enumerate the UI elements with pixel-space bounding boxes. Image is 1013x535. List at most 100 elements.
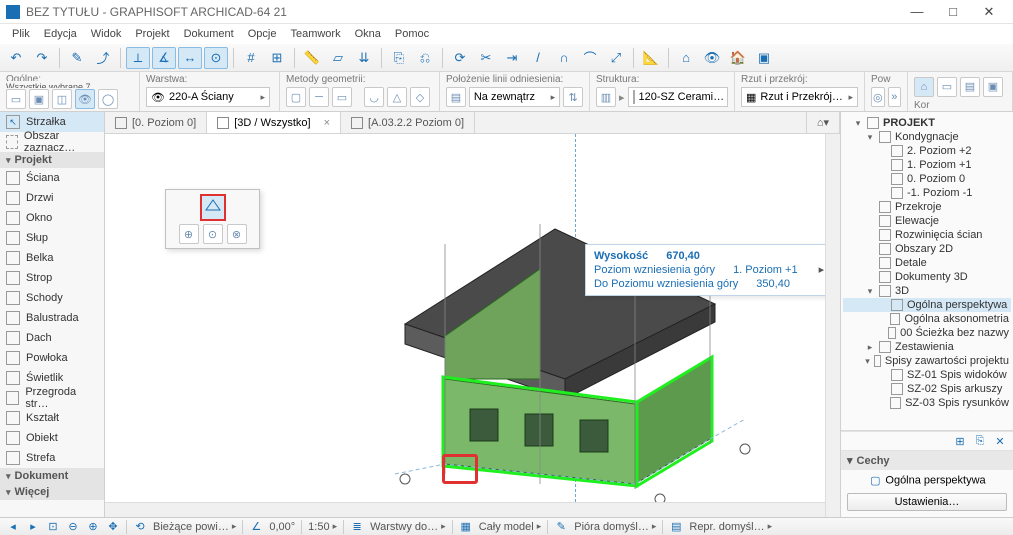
ruler-button[interactable]: 📏 xyxy=(300,47,324,69)
h-scrollbar[interactable] xyxy=(105,502,825,517)
pow-arrow-icon[interactable]: » xyxy=(888,87,902,107)
tab-overflow[interactable]: ⌂▾ xyxy=(806,112,840,133)
trim-button[interactable]: ✂ xyxy=(474,47,498,69)
geom-rot-icon[interactable]: ◇ xyxy=(410,87,430,107)
refline-flip-icon[interactable]: ⇅ xyxy=(563,87,583,107)
tool-marquee[interactable]: Obszar zaznacz… xyxy=(0,132,104,152)
sel-lasso-icon[interactable]: ◯ xyxy=(98,89,118,109)
toolbox-section-dokument[interactable]: Dokument xyxy=(0,468,104,484)
struct-icon[interactable]: ▥ xyxy=(596,87,616,107)
nav-newview-icon[interactable]: ⊞ xyxy=(953,434,967,448)
layer-combo[interactable]: 👁 220-A Ściany ▸ xyxy=(146,87,270,107)
grid-snap-button[interactable]: ⊞ xyxy=(265,47,289,69)
menu-widok[interactable]: Widok xyxy=(85,26,128,42)
sb-layers[interactable]: Warstwy do… xyxy=(370,521,446,533)
nav-clone-icon[interactable]: ⎘ xyxy=(973,434,987,448)
menu-edycja[interactable]: Edycja xyxy=(38,26,83,42)
tab-a032[interactable]: [A.03.2.2 Poziom 0] xyxy=(341,112,475,133)
nav-kondygnacje[interactable]: ▾Kondygnacje xyxy=(843,130,1011,144)
grid-button[interactable]: # xyxy=(239,47,263,69)
tool-beam[interactable]: Belka xyxy=(0,248,104,268)
plan-combo[interactable]: ▦ Rzut i Przekrój… ▸ xyxy=(741,87,858,107)
nav-level-m1[interactable]: -1. Poziom -1 xyxy=(843,186,1011,200)
nav-elewacje[interactable]: Elewacje xyxy=(843,214,1011,228)
sb-repr[interactable]: Repr. domyśl… xyxy=(689,521,772,533)
toolbox-section-projekt[interactable]: Projekt xyxy=(0,152,104,168)
tool-shell[interactable]: Powłoka xyxy=(0,348,104,368)
sb-zoom-in-icon[interactable]: ⊕ xyxy=(86,520,100,534)
redo-button[interactable]: ↷ xyxy=(30,47,54,69)
sel-eye-icon[interactable]: 👁 xyxy=(75,89,95,109)
3d-canvas[interactable]: ⊕ ⊙ ⊗ xyxy=(105,134,840,517)
plane-button[interactable]: ▱ xyxy=(326,47,350,69)
sb-workspace[interactable]: Bieżące powi… xyxy=(153,521,236,533)
inject-button[interactable]: ⤴ xyxy=(91,47,115,69)
nav-obszary2d[interactable]: Obszary 2D xyxy=(843,242,1011,256)
tool-door[interactable]: Drzwi xyxy=(0,188,104,208)
nav-level-2[interactable]: 2. Poziom +2 xyxy=(843,144,1011,158)
tool-stair[interactable]: Schody xyxy=(0,288,104,308)
v-scrollbar[interactable] xyxy=(825,134,840,517)
navmode-view-icon[interactable]: ▭ xyxy=(937,77,957,97)
nav-detale[interactable]: Detale xyxy=(843,256,1011,270)
nav-3d-axono[interactable]: Ogólna aksonometria xyxy=(843,312,1011,326)
sb-zoom-fit-icon[interactable]: ⊡ xyxy=(46,520,60,534)
struct-combo[interactable]: 120-SZ Cerami… ▸ xyxy=(628,87,728,107)
minimize-button[interactable]: — xyxy=(899,1,935,23)
pet-opt1-icon[interactable]: ⊕ xyxy=(179,224,199,244)
view3d-button[interactable]: ⌂ xyxy=(674,47,698,69)
pick-button[interactable]: ✎ xyxy=(65,47,89,69)
geom-curve-icon[interactable]: ◡ xyxy=(364,87,384,107)
nav-dok3d[interactable]: Dokumenty 3D xyxy=(843,270,1011,284)
geom-rect-icon[interactable]: ▭ xyxy=(332,87,352,107)
tool-morph[interactable]: Kształt xyxy=(0,408,104,428)
adjust-button[interactable]: ⇥ xyxy=(500,47,524,69)
sel-add-icon[interactable]: ▣ xyxy=(29,89,49,109)
split-button[interactable]: / xyxy=(526,47,550,69)
nav-3d[interactable]: ▾3D xyxy=(843,284,1011,298)
pow-icon[interactable]: ◎ xyxy=(871,87,885,107)
snap-angle-button[interactable]: ∡ xyxy=(152,47,176,69)
tool-roof[interactable]: Dach xyxy=(0,328,104,348)
tab-poziom0[interactable]: [0. Poziom 0] xyxy=(105,112,207,133)
navmode-pub-icon[interactable]: ▣ xyxy=(983,77,1003,97)
suspend-button[interactable]: ⟳ xyxy=(448,47,472,69)
menu-dokument[interactable]: Dokument xyxy=(178,26,240,42)
walk-button[interactable]: 👁 xyxy=(700,47,724,69)
refline-combo[interactable]: Na zewnątrz ▸ xyxy=(469,87,560,107)
snap-guide-button[interactable]: ↔ xyxy=(178,47,202,69)
tool-wall[interactable]: Ściana xyxy=(0,168,104,188)
undo-button[interactable]: ↶ xyxy=(4,47,28,69)
snap-point-button[interactable]: ⊙ xyxy=(204,47,228,69)
trace-button[interactable]: ⎘ xyxy=(387,47,411,69)
menu-opcje[interactable]: Opcje xyxy=(242,26,283,42)
camera-button[interactable]: ▣ xyxy=(752,47,776,69)
menu-teamwork[interactable]: Teamwork xyxy=(284,26,346,42)
trace-ref-button[interactable]: ⎌ xyxy=(413,47,437,69)
pet-palette[interactable]: ⊕ ⊙ ⊗ xyxy=(165,189,260,249)
menu-plik[interactable]: Plik xyxy=(6,26,36,42)
menu-pomoc[interactable]: Pomoc xyxy=(389,26,435,42)
settings-button[interactable]: Ustawienia… xyxy=(847,493,1007,511)
tool-railing[interactable]: Balustrada xyxy=(0,308,104,328)
navmode-project-icon[interactable]: ⌂ xyxy=(914,77,934,97)
nav-sz03[interactable]: SZ-03 Spis rysunków xyxy=(843,396,1011,410)
geom-poly-icon[interactable]: △ xyxy=(387,87,407,107)
pet-roof-icon[interactable] xyxy=(200,194,226,221)
nav-delete-icon[interactable]: ✕ xyxy=(993,434,1007,448)
refline-icon[interactable]: ▤ xyxy=(446,87,466,107)
sb-pan-icon[interactable]: ✥ xyxy=(106,520,120,534)
properties-header[interactable]: ▾Cechy xyxy=(841,451,1013,470)
menu-projekt[interactable]: Projekt xyxy=(129,26,175,42)
nav-3d-path[interactable]: 00 Ścieżka bez nazwy xyxy=(843,326,1011,340)
sb-orbit-icon[interactable]: ⟲ xyxy=(133,520,147,534)
nav-root[interactable]: ▾PROJEKT xyxy=(843,116,1011,130)
sb-nav-left-icon[interactable]: ◂ xyxy=(6,520,20,534)
resize-button[interactable]: ⤢ xyxy=(604,47,628,69)
home-button[interactable]: 🏠 xyxy=(726,47,750,69)
tool-window[interactable]: Okno xyxy=(0,208,104,228)
tool-column[interactable]: Słup xyxy=(0,228,104,248)
nav-level-0[interactable]: 0. Poziom 0 xyxy=(843,172,1011,186)
toolbox-section-wiecej[interactable]: Więcej xyxy=(0,484,104,500)
tab-3d[interactable]: [3D / Wszystko]× xyxy=(207,112,341,133)
